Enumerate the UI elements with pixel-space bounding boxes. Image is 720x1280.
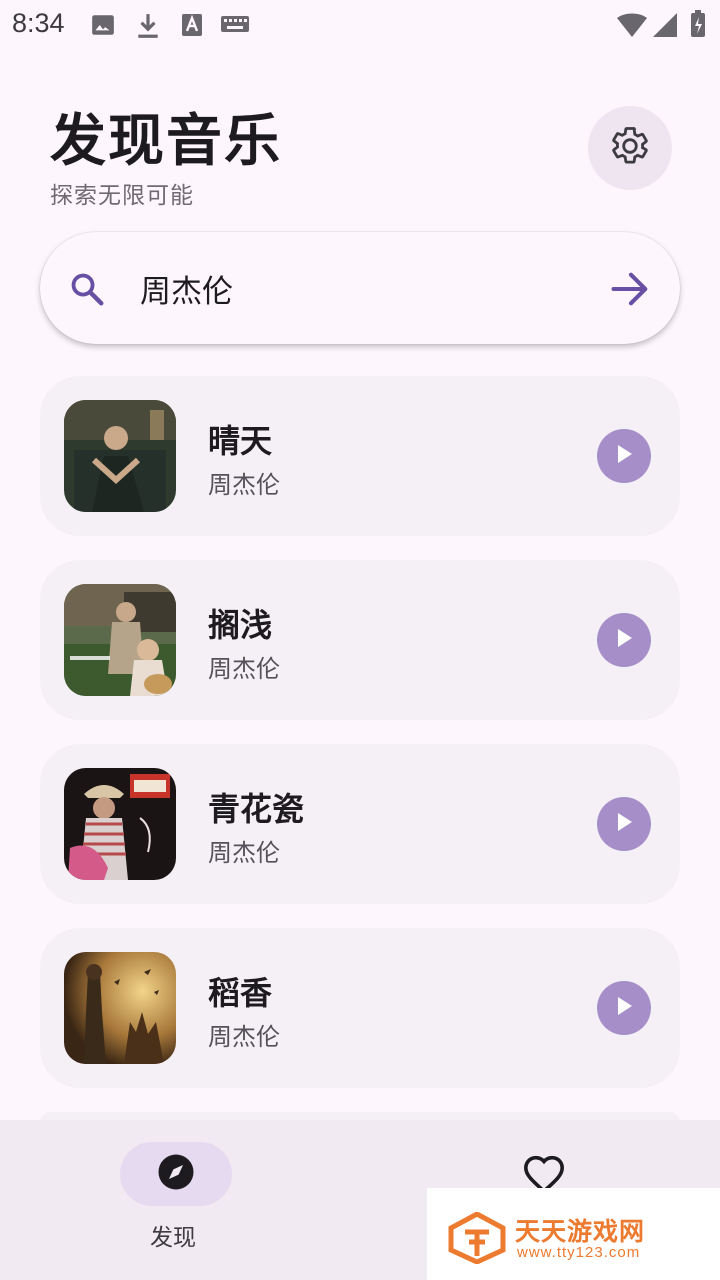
- settings-button[interactable]: [588, 106, 672, 190]
- play-button[interactable]: [597, 613, 651, 667]
- song-card[interactable]: 晴天 周杰伦: [40, 376, 680, 536]
- song-title: 晴天: [208, 422, 273, 460]
- song-artist: 周杰伦: [208, 1023, 280, 1051]
- song-title: 青花瓷: [208, 790, 305, 828]
- wifi-icon: [616, 12, 648, 42]
- song-list: 晴天 周杰伦 搁浅 周杰伦 青花瓷 周杰伦 稻香 周杰伦: [40, 376, 680, 1132]
- album-cover: [64, 584, 176, 696]
- page-title: 发现音乐: [50, 109, 282, 174]
- play-icon: [614, 811, 634, 837]
- nav-discover-label: 发现: [150, 1225, 196, 1251]
- image-icon: [90, 12, 116, 42]
- signal-icon: [652, 12, 678, 42]
- download-icon: [135, 12, 161, 44]
- play-icon: [614, 443, 634, 469]
- album-cover: [64, 400, 176, 512]
- song-card[interactable]: 搁浅 周杰伦: [40, 560, 680, 720]
- watermark-title: 天天游戏网: [515, 1217, 646, 1246]
- battery-charging-icon: [690, 10, 706, 42]
- search-input[interactable]: [140, 262, 580, 314]
- song-title: 稻香: [208, 974, 273, 1012]
- gear-icon: [609, 125, 651, 171]
- nav-item-discover[interactable]: [120, 1142, 232, 1206]
- watermark-logo-icon: [447, 1211, 507, 1268]
- compass-icon: [155, 1151, 197, 1197]
- status-bar: 8:34: [0, 0, 720, 50]
- page-subtitle: 探索无限可能: [50, 183, 194, 209]
- album-cover: [64, 768, 176, 880]
- play-button[interactable]: [597, 981, 651, 1035]
- watermark-url: www.tty123.com: [517, 1244, 641, 1261]
- status-time: 8:34: [12, 8, 65, 38]
- play-button[interactable]: [597, 429, 651, 483]
- song-artist: 周杰伦: [208, 839, 280, 867]
- text-a-icon: [180, 12, 204, 42]
- arrow-right-icon[interactable]: [610, 270, 652, 312]
- song-artist: 周杰伦: [208, 655, 280, 683]
- screen: 8:34 发现音乐 探索无限可能 周杰伦 晴天 周杰伦 搁浅 周杰伦 青花瓷 周…: [0, 0, 720, 1280]
- search-icon[interactable]: [68, 270, 106, 312]
- album-cover: [64, 952, 176, 1064]
- song-title: 搁浅: [208, 606, 273, 644]
- play-icon: [614, 627, 634, 653]
- song-card[interactable]: 稻香 周杰伦: [40, 928, 680, 1088]
- play-button[interactable]: [597, 797, 651, 851]
- keyboard-icon: [220, 14, 250, 40]
- song-card[interactable]: 青花瓷 周杰伦: [40, 744, 680, 904]
- song-artist: 周杰伦: [208, 471, 280, 499]
- watermark: 天天游戏网 www.tty123.com: [427, 1188, 720, 1280]
- play-icon: [614, 995, 634, 1021]
